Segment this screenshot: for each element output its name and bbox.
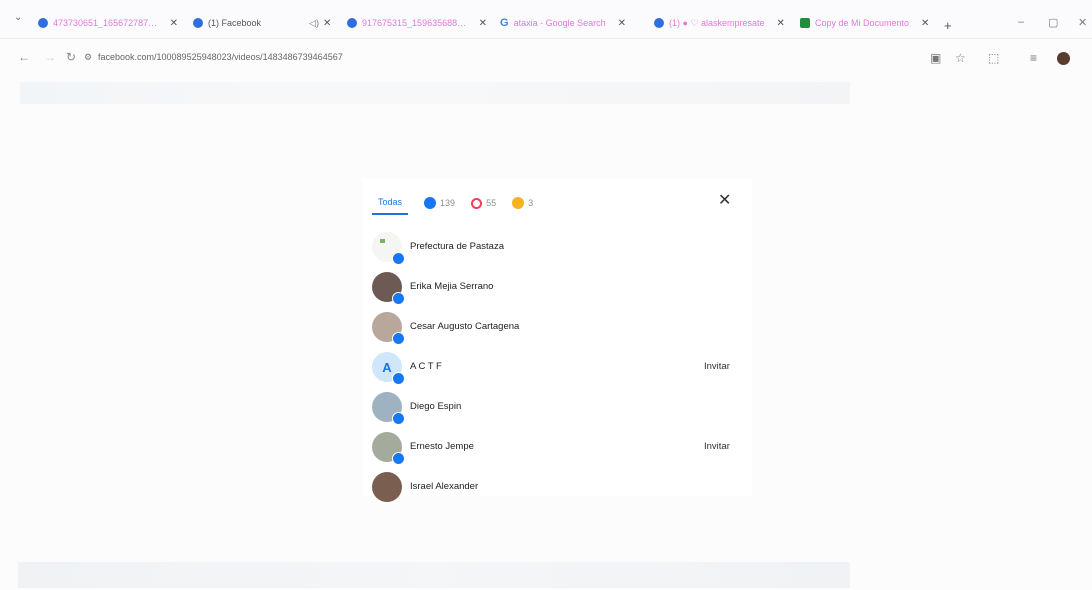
list-item[interactable]: A A C T F Invitar — [370, 350, 740, 390]
background-page — [20, 82, 850, 104]
tab-title: ataxia - Google Search — [513, 18, 606, 28]
reactions-dialog: Todas 139 55 3 ✕ Prefectura de Pastaza E… — [362, 178, 752, 502]
background-page — [18, 562, 850, 588]
like-badge-icon — [392, 292, 405, 305]
window-close-icon[interactable]: ✕ — [1078, 16, 1087, 29]
forward-arrow-icon[interactable]: → — [44, 50, 56, 64]
address-bar: ← → ↻ ⚙ facebook.com/100089525948023/vid… — [0, 46, 1092, 72]
browser-tab[interactable]: G ataxia - Google Search ✕ — [500, 14, 640, 32]
facebook-icon — [347, 18, 357, 28]
tab-title: (1) ● ♡ alaskempresate — [669, 17, 765, 28]
person-name[interactable]: Diego Espin — [410, 401, 461, 412]
list-item[interactable]: Prefectura de Pastaza — [370, 230, 740, 270]
reactions-list: Prefectura de Pastaza Erika Mejia Serran… — [370, 230, 740, 510]
maximize-icon[interactable]: ▢ — [1048, 16, 1058, 29]
document-icon — [800, 18, 810, 28]
close-icon[interactable]: ✕ — [479, 18, 487, 29]
avatar[interactable] — [1057, 52, 1070, 65]
cast-icon[interactable]: ▣ — [930, 51, 941, 65]
close-button[interactable]: ✕ — [718, 190, 731, 210]
reaction-tabs: Todas 139 55 3 — [372, 191, 549, 215]
browser-tab[interactable]: (1) ● ♡ alaskempresate ✕ — [654, 14, 789, 32]
close-icon[interactable]: ✕ — [777, 18, 785, 29]
tab-title: (1) Facebook — [208, 18, 262, 28]
person-name[interactable]: Prefectura de Pastaza — [410, 241, 504, 252]
close-icon[interactable]: ✕ — [921, 18, 929, 29]
browser-tab-bar: ⌄ 473730651_1656727872... ✕ (1) Facebook… — [0, 0, 1092, 39]
person-name[interactable]: Cesar Augusto Cartagena — [410, 321, 519, 332]
tab-like[interactable]: 139 — [424, 192, 455, 214]
reading-list-icon[interactable]: ≡ — [1030, 51, 1037, 65]
tab-count: 3 — [528, 198, 534, 208]
back-arrow-icon[interactable]: ← — [18, 50, 30, 64]
list-item[interactable]: Israel Alexander — [370, 470, 740, 510]
avatar[interactable] — [372, 472, 402, 502]
list-item[interactable]: Ernesto Jempe Invitar — [370, 430, 740, 470]
like-badge-icon — [392, 452, 405, 465]
chevron-down-icon[interactable]: ⌄ — [14, 12, 22, 23]
care-reaction-icon — [512, 197, 525, 209]
new-tab-button[interactable]: + — [944, 18, 952, 33]
puzzle-icon[interactable]: ⬚ — [988, 51, 999, 65]
list-item[interactable]: Erika Mejia Serrano — [370, 270, 740, 310]
tab-label: Todas — [378, 197, 403, 207]
like-badge-icon — [392, 252, 405, 265]
like-badge-icon — [392, 372, 405, 385]
like-badge-icon — [392, 412, 405, 425]
close-icon[interactable]: ✕ — [323, 18, 331, 29]
person-name[interactable]: Israel Alexander — [410, 481, 478, 492]
person-name[interactable]: Erika Mejia Serrano — [410, 281, 493, 292]
facebook-icon — [193, 18, 203, 28]
tab-title: Copy de Mi Documento — [815, 18, 910, 28]
person-name[interactable]: A C T F — [410, 361, 442, 372]
close-icon[interactable]: ✕ — [618, 18, 626, 29]
like-reaction-icon — [424, 197, 437, 209]
audio-icon[interactable]: ◁) — [309, 18, 319, 29]
close-icon[interactable]: ✕ — [170, 18, 178, 29]
like-badge-icon — [392, 332, 405, 345]
reload-icon[interactable]: ↻ — [66, 50, 76, 64]
site-info-icon[interactable]: ⚙ — [84, 52, 92, 63]
facebook-icon — [654, 18, 664, 28]
invite-button[interactable]: Invitar — [704, 441, 730, 452]
browser-tab[interactable]: (1) Facebook ◁) ✕ — [193, 14, 333, 32]
list-item[interactable]: Diego Espin — [370, 390, 740, 430]
tab-count: 55 — [486, 198, 497, 208]
facebook-icon — [38, 18, 48, 28]
url-field[interactable]: facebook.com/100089525948023/videos/1483… — [98, 52, 343, 62]
tab-count: 139 — [440, 198, 456, 208]
minimize-icon[interactable]: – — [1018, 16, 1024, 28]
love-reaction-icon — [471, 197, 483, 209]
tab-care[interactable]: 3 — [512, 192, 533, 214]
star-icon[interactable]: ☆ — [955, 51, 966, 65]
browser-tab[interactable]: 473730651_1656727872... ✕ — [38, 14, 178, 32]
tab-title: 917675315_1596356880... — [362, 18, 467, 28]
tab-all[interactable]: Todas — [372, 191, 409, 215]
browser-tab[interactable]: 917675315_1596356880... ✕ — [347, 14, 487, 32]
list-item[interactable]: Cesar Augusto Cartagena — [370, 310, 740, 350]
invite-button[interactable]: Invitar — [704, 361, 730, 372]
google-icon: G — [500, 17, 509, 29]
tab-love[interactable]: 55 — [471, 192, 496, 214]
browser-tab[interactable]: Copy de Mi Documento ✕ — [800, 14, 940, 32]
tab-title: 473730651_1656727872... — [53, 18, 158, 28]
person-name[interactable]: Ernesto Jempe — [410, 441, 474, 452]
